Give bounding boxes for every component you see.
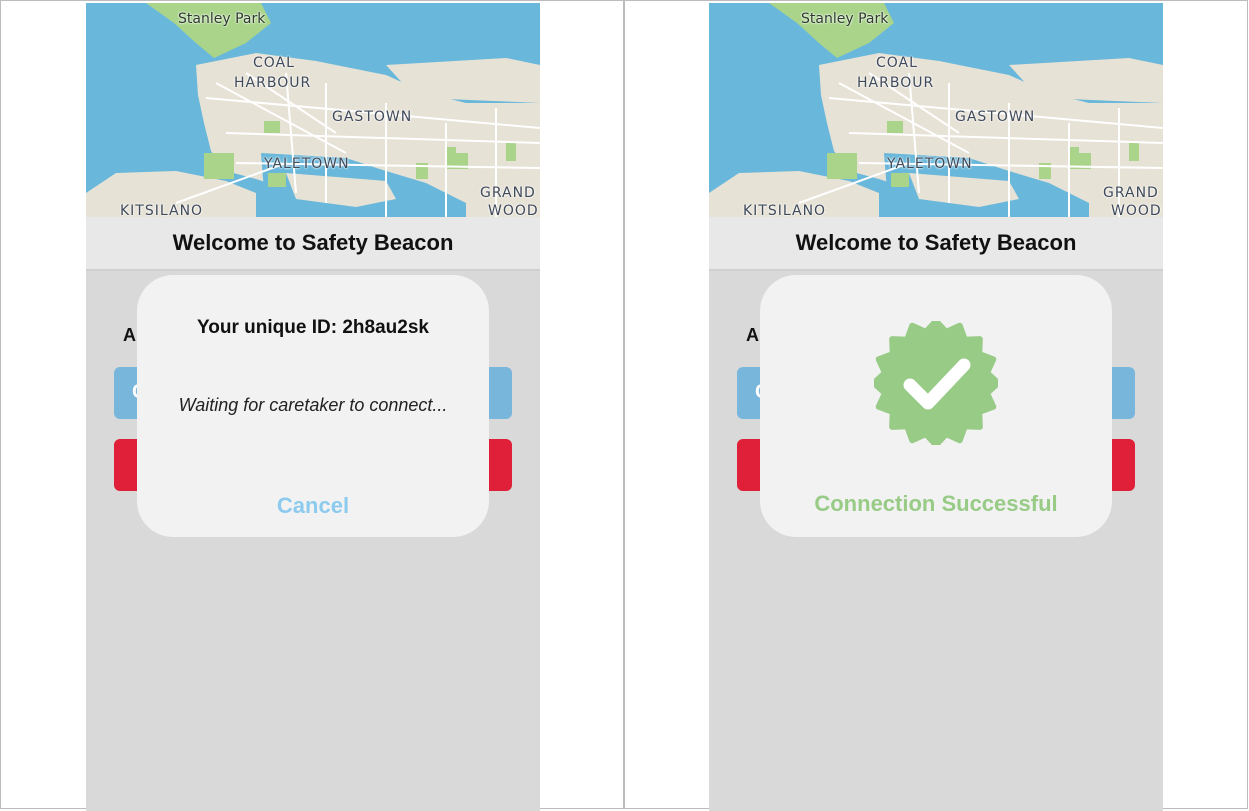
map-label-coal: COAL [253,55,295,71]
unique-id-text: Your unique ID: 2h8au2sk [197,317,429,338]
app-header: Welcome to Safety Beacon [86,217,540,271]
map-label-yaletown: YALETOWN [887,156,973,172]
map-label-gastown: GASTOWN [332,109,413,125]
map-label-gastown: GASTOWN [955,109,1036,125]
map-graphic [709,3,1163,217]
page-title: Welcome to Safety Beacon [172,230,454,255]
map-label-wood: WOOD [488,203,539,217]
right-screenshot-frame: Stanley Park COAL HARBOUR GASTOWN YALETO… [624,0,1248,811]
left-screenshot-frame: Stanley Park COAL HARBOUR GASTOWN YALETO… [0,0,624,811]
map-label-coal: COAL [876,55,918,71]
success-dialog: Connection Successful [760,275,1112,537]
phone-screen: Stanley Park COAL HARBOUR GASTOWN YALETO… [86,3,540,811]
cancel-button[interactable]: Cancel [263,493,363,519]
map-label-harbour: HARBOUR [234,75,312,91]
app-header: Welcome to Safety Beacon [709,217,1163,271]
map-label-stanley-park: Stanley Park [178,11,266,27]
map-view[interactable]: Stanley Park COAL HARBOUR GASTOWN YALETO… [709,3,1163,217]
map-label-kitsilano: KITSILANO [120,203,204,217]
map-label-yaletown: YALETOWN [264,156,350,172]
map-label-harbour: HARBOUR [857,75,935,91]
map-view[interactable]: Stanley Park COAL HARBOUR GASTOWN YALETO… [86,3,540,217]
background-label-partial: A [123,325,136,345]
map-label-stanley-park: Stanley Park [801,11,889,27]
phone-screen: Stanley Park COAL HARBOUR GASTOWN YALETO… [709,3,1163,811]
map-label-grand: GRAND [480,185,536,201]
background-label-partial: A [746,325,759,345]
page-title: Welcome to Safety Beacon [795,230,1077,255]
map-label-wood: WOOD [1111,203,1162,217]
map-label-grand: GRAND [1103,185,1159,201]
map-label-kitsilano: KITSILANO [743,203,827,217]
check-badge-icon [874,321,998,445]
waiting-dialog: Your unique ID: 2h8au2sk Waiting for car… [137,275,489,537]
waiting-status-text: Waiting for caretaker to connect... [178,395,448,415]
connection-status-text: Connection Successful [814,491,1058,516]
map-graphic [86,3,540,217]
